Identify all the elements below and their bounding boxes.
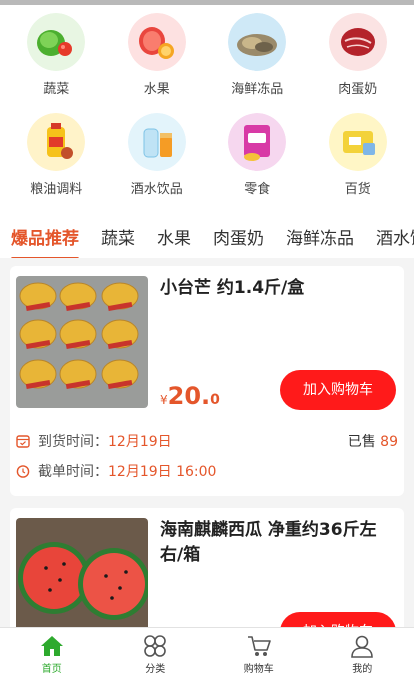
sold-label: 已售 xyxy=(347,434,376,450)
sold-value: 89 xyxy=(380,434,398,450)
tabbar-label: 购物车 xyxy=(243,664,274,675)
goods-icon xyxy=(328,113,387,171)
product-feed: 小台芒 约1.4斤/盒 ¥20.0 加入购物车 到货时间： 12月19日 已售 … xyxy=(0,258,414,628)
product-tabs: 爆品推荐 蔬菜 水果 肉蛋奶 海鲜冻品 酒水饮品 xyxy=(0,214,414,258)
tabbar-profile[interactable]: 我的 xyxy=(311,628,414,681)
calendar-icon xyxy=(16,435,30,448)
cart-icon xyxy=(247,636,271,656)
tabbar-label: 首页 xyxy=(41,664,62,675)
tab-hot[interactable]: 爆品推荐 xyxy=(0,224,90,258)
tab-drinks[interactable]: 酒水饮品 xyxy=(365,224,414,249)
snack-icon xyxy=(228,113,287,171)
home-icon xyxy=(40,636,63,656)
category-drinks[interactable]: 酒水饮品 xyxy=(107,111,208,211)
category-label: 百货 xyxy=(344,182,371,197)
product-title[interactable]: 小台芒 约1.4斤/盒 xyxy=(160,276,398,301)
tabbar-category[interactable]: 分类 xyxy=(104,628,208,681)
arrival-value: 12月19日 xyxy=(108,434,172,450)
product-price: ¥20.0 xyxy=(160,382,220,410)
tab-seafood[interactable]: 海鲜冻品 xyxy=(275,224,365,249)
product-card[interactable]: 小台芒 约1.4斤/盒 ¥20.0 加入购物车 到货时间： 12月19日 已售 … xyxy=(10,266,404,496)
price-decimal: 0 xyxy=(210,392,220,408)
tab-fruit[interactable]: 水果 xyxy=(146,224,202,249)
category-label: 海鲜冻品 xyxy=(231,82,284,97)
sold-count: 已售 89 xyxy=(348,431,398,451)
tabbar-label: 我的 xyxy=(352,664,373,675)
user-icon xyxy=(351,635,374,658)
tab-vegetable[interactable]: 蔬菜 xyxy=(90,224,146,249)
tabbar-label: 分类 xyxy=(145,664,166,675)
category-grid: 蔬菜 水果 海鲜冻品 肉蛋奶 粮油调料 酒水饮品 零食 百货 xyxy=(0,5,414,211)
vegetable-icon xyxy=(27,13,86,71)
product-image-mango[interactable] xyxy=(16,276,148,408)
deadline-label: 截单时间： xyxy=(38,464,108,480)
price-currency: ¥ xyxy=(160,393,168,407)
product-image-watermelon[interactable] xyxy=(16,518,148,628)
category-label: 粮油调料 xyxy=(30,182,83,197)
bottom-tab-bar: 首页 分类 购物车 我的 xyxy=(0,627,414,681)
oil-icon xyxy=(27,113,86,171)
fruit-icon xyxy=(127,13,186,71)
clock-icon xyxy=(16,465,30,478)
category-seafood[interactable]: 海鲜冻品 xyxy=(207,11,308,111)
seafood-icon xyxy=(228,13,287,71)
product-card[interactable]: 海南麒麟西瓜 净重约36斤左右/箱 加入购物车 xyxy=(10,508,404,628)
add-to-cart-button[interactable]: 加入购物车 xyxy=(280,370,396,410)
category-label: 蔬菜 xyxy=(43,82,70,97)
arrival-label: 到货时间： xyxy=(38,434,108,450)
tabbar-home[interactable]: 首页 xyxy=(0,628,104,681)
category-snack[interactable]: 零食 xyxy=(207,111,308,211)
category-label: 零食 xyxy=(244,182,271,197)
add-to-cart-button[interactable]: 加入购物车 xyxy=(280,612,396,628)
category-label: 水果 xyxy=(143,82,170,97)
category-vegetable[interactable]: 蔬菜 xyxy=(6,11,107,111)
tab-meat[interactable]: 肉蛋奶 xyxy=(202,224,275,249)
tabbar-cart[interactable]: 购物车 xyxy=(207,628,311,681)
category-oil[interactable]: 粮油调料 xyxy=(6,111,107,211)
category-fruit[interactable]: 水果 xyxy=(107,11,208,111)
meat-icon xyxy=(328,13,387,71)
category-goods[interactable]: 百货 xyxy=(308,111,409,211)
category-icon xyxy=(144,635,167,657)
drinks-icon xyxy=(127,113,186,171)
category-label: 酒水饮品 xyxy=(130,182,183,197)
category-meat[interactable]: 肉蛋奶 xyxy=(308,11,409,111)
deadline-value: 12月19日 16:00 xyxy=(108,464,217,480)
product-title[interactable]: 海南麒麟西瓜 净重约36斤左右/箱 xyxy=(160,518,398,568)
category-label: 肉蛋奶 xyxy=(338,82,378,97)
price-integer: 20. xyxy=(167,382,211,410)
